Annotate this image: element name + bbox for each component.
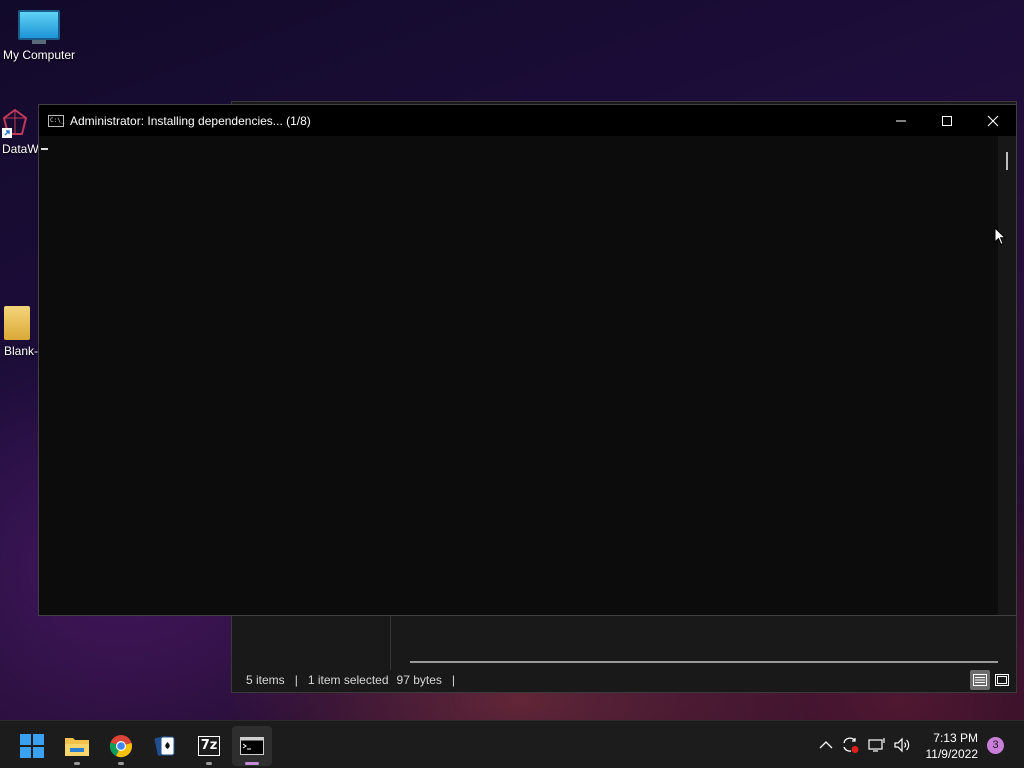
console-title: Administrator: Installing dependencies..… — [70, 113, 311, 128]
horizontal-scrollbar[interactable] — [410, 661, 998, 663]
taskbar-7zip[interactable]: 7z — [189, 726, 229, 766]
status-size: 97 bytes — [396, 673, 442, 687]
explorer-status-bar: 5 items | 1 item selected 97 bytes | — [232, 668, 1016, 692]
sync-error-icon — [843, 737, 859, 753]
7zip-label: 7z — [200, 738, 218, 753]
folder-icon — [4, 306, 30, 340]
chrome-icon — [109, 735, 132, 758]
show-hidden-icons-button[interactable] — [815, 721, 837, 768]
taskbar-chrome[interactable] — [101, 726, 141, 766]
notification-badge[interactable]: 3 — [987, 737, 1004, 754]
taskbar: 7z 7:13 PM 11/9/2022 3 — [0, 720, 1024, 768]
volume-button[interactable] — [891, 721, 913, 768]
scrollbar-thumb[interactable] — [1006, 152, 1008, 170]
status-selection: 1 item selected — [307, 673, 389, 687]
console-output[interactable] — [39, 136, 999, 615]
sync-status-button[interactable] — [839, 721, 861, 768]
console-window[interactable]: C:\_ Administrator: Installing dependenc… — [38, 104, 1017, 616]
chevron-up-icon — [819, 741, 833, 749]
computer-icon — [18, 10, 60, 44]
desktop-icon-my-computer[interactable]: My Computer — [0, 10, 78, 62]
7zip-icon: 7z — [198, 736, 220, 756]
status-item-count: 5 items — [246, 673, 285, 687]
minimize-icon — [896, 120, 906, 121]
clock-time: 7:13 PM — [933, 731, 978, 745]
close-button[interactable] — [970, 105, 1016, 136]
console-titlebar[interactable]: C:\_ Administrator: Installing dependenc… — [39, 105, 1016, 136]
speaker-icon — [894, 737, 910, 753]
close-icon — [987, 115, 999, 126]
console-vertical-scrollbar[interactable] — [998, 136, 1016, 615]
status-separator: | — [451, 673, 456, 687]
large-icons-view-button[interactable] — [992, 670, 1012, 690]
solitaire-icon — [154, 736, 175, 756]
taskbar-file-explorer[interactable] — [57, 726, 97, 766]
network-button[interactable] — [866, 721, 888, 768]
terminal-icon — [240, 737, 264, 755]
taskbar-solitaire[interactable] — [145, 726, 185, 766]
details-view-icon — [973, 674, 987, 686]
text-cursor — [41, 148, 48, 150]
maximize-button[interactable] — [924, 105, 970, 136]
mouse-pointer-icon — [994, 226, 1007, 251]
console-icon: C:\_ — [48, 114, 64, 127]
dataw-app-icon — [2, 108, 28, 138]
file-explorer-icon — [65, 738, 89, 756]
large-icons-view-icon — [995, 674, 1009, 686]
network-icon — [868, 738, 885, 752]
pane-divider[interactable] — [390, 614, 391, 670]
status-separator: | — [294, 673, 298, 687]
maximize-icon — [942, 115, 952, 126]
taskbar-terminal[interactable] — [232, 726, 272, 766]
desktop-icon-label: My Computer — [2, 48, 76, 62]
details-view-button[interactable] — [970, 670, 990, 690]
start-icon — [20, 734, 44, 758]
taskbar-clock[interactable]: 7:13 PM 11/9/2022 — [926, 730, 979, 762]
clock-date: 11/9/2022 — [925, 747, 979, 761]
start-button[interactable] — [12, 726, 52, 766]
minimize-button[interactable] — [878, 105, 924, 136]
